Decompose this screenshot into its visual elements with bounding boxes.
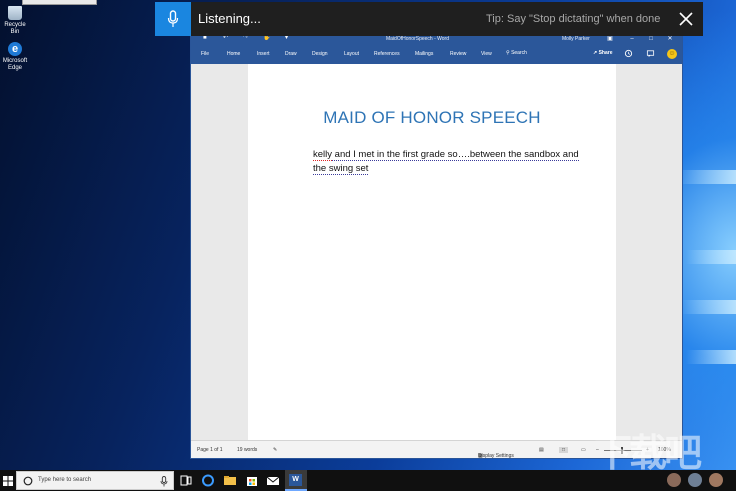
taskbar: Type here to search W [0,470,736,491]
recycle-bin-icon [8,6,22,20]
page-count[interactable]: Page 1 of 1 [197,447,223,453]
document-heading[interactable]: MAID OF HONOR SPEECH [248,108,616,128]
people-avatar-icon[interactable] [709,473,723,487]
tab-layout[interactable]: Layout [344,51,359,57]
body-text: and I met in the first grade so….between… [313,149,579,175]
tab-references[interactable]: References [374,51,400,57]
search-icon: ⚲ [506,50,510,56]
comments-icon[interactable] [646,49,655,58]
desktop-icon-label: Recycle Bin [4,22,26,35]
watermark-logo: 下载吧 [594,431,702,475]
user-name[interactable]: Molly Parker [562,36,590,42]
close-dictation-icon[interactable] [677,10,695,28]
tab-design[interactable]: Design [312,51,328,57]
cortana-icon [23,476,33,486]
mail-icon[interactable] [265,473,281,488]
dictation-status: Listening... [198,11,261,26]
tab-review[interactable]: Review [450,51,466,57]
customize-qat-icon[interactable]: ▾ [285,35,292,42]
desktop-icon-label: Microsoft Edge [2,58,28,71]
history-icon[interactable] [624,49,633,58]
wallpaper-light-beam [686,250,736,264]
voice-search-icon[interactable] [160,476,168,487]
search-placeholder: Type here to search [38,477,92,483]
microphone-button[interactable] [155,2,191,36]
microphone-icon [167,10,179,27]
share-button[interactable]: ↗ Share [593,50,613,56]
ribbon-tabs: File Home Insert Draw Design Layout Refe… [191,46,682,64]
word-window: ■ ↶ ↷ ✋ ▾ MaidOfHonorSpeech - Word Molly… [190,31,683,459]
dictation-tip: Tip: Say "Stop dictating" when done [486,13,661,25]
tab-file[interactable]: File [201,51,209,57]
edge-icon: e [8,42,22,56]
document-body-paragraph[interactable]: kelly and I met in the first grade so….b… [313,148,593,176]
wallpaper-light-beam [681,300,736,314]
display-settings-label: Display Settings [478,453,514,459]
print-layout-icon[interactable]: □ [559,447,569,453]
windows-logo-icon [3,475,13,486]
wallpaper-light-beam [686,350,736,364]
edge-taskbar-icon[interactable] [200,473,216,488]
document-page[interactable]: MAID OF HONOR SPEECH kelly and I met in … [248,64,616,440]
file-explorer-icon[interactable] [222,473,238,488]
tab-insert[interactable]: Insert [257,51,270,57]
tooltip-fragment [22,0,97,5]
dictation-toolbar: Listening... Tip: Say "Stop dictating" w… [155,2,703,36]
tab-draw[interactable]: Draw [285,51,297,57]
feedback-smiley-icon[interactable]: ☺ [667,49,677,59]
document-title: MaidOfHonorSpeech - Word [386,36,449,42]
start-button[interactable] [0,470,16,491]
share-label: Share [598,50,613,56]
word-count[interactable]: 19 words [237,447,257,453]
misspelled-word[interactable]: kelly [313,149,333,161]
redo-icon[interactable]: ↷ [243,35,250,42]
read-mode-icon[interactable]: ▤ [539,447,544,453]
task-view-icon[interactable] [178,473,194,488]
tab-mailings[interactable]: Mailings [415,51,433,57]
desktop-icon-recycle-bin[interactable]: Recycle Bin [0,6,30,36]
web-layout-icon[interactable]: ▭ [581,447,586,453]
taskbar-search-box[interactable]: Type here to search [16,471,174,490]
people-avatar-icon[interactable] [667,473,681,487]
touch-mode-icon[interactable]: ✋ [263,35,270,42]
proofing-icon[interactable]: ✎ [273,447,277,453]
store-icon[interactable] [244,473,260,488]
people-avatar-icon[interactable] [688,473,702,487]
word-taskbar-icon: W [289,474,302,486]
document-canvas: MAID OF HONOR SPEECH kelly and I met in … [191,64,682,440]
wallpaper-light-beam [676,170,736,184]
save-icon[interactable]: ■ [203,35,210,42]
share-icon: ↗ [593,50,598,56]
tab-home[interactable]: Home [227,51,240,57]
desktop-icon-edge[interactable]: e Microsoft Edge [0,42,30,72]
tell-me-label: Search [511,50,527,56]
tell-me-search[interactable]: ⚲ Search [506,50,527,56]
undo-icon[interactable]: ↶ [223,35,230,42]
tab-view[interactable]: View [481,51,492,57]
